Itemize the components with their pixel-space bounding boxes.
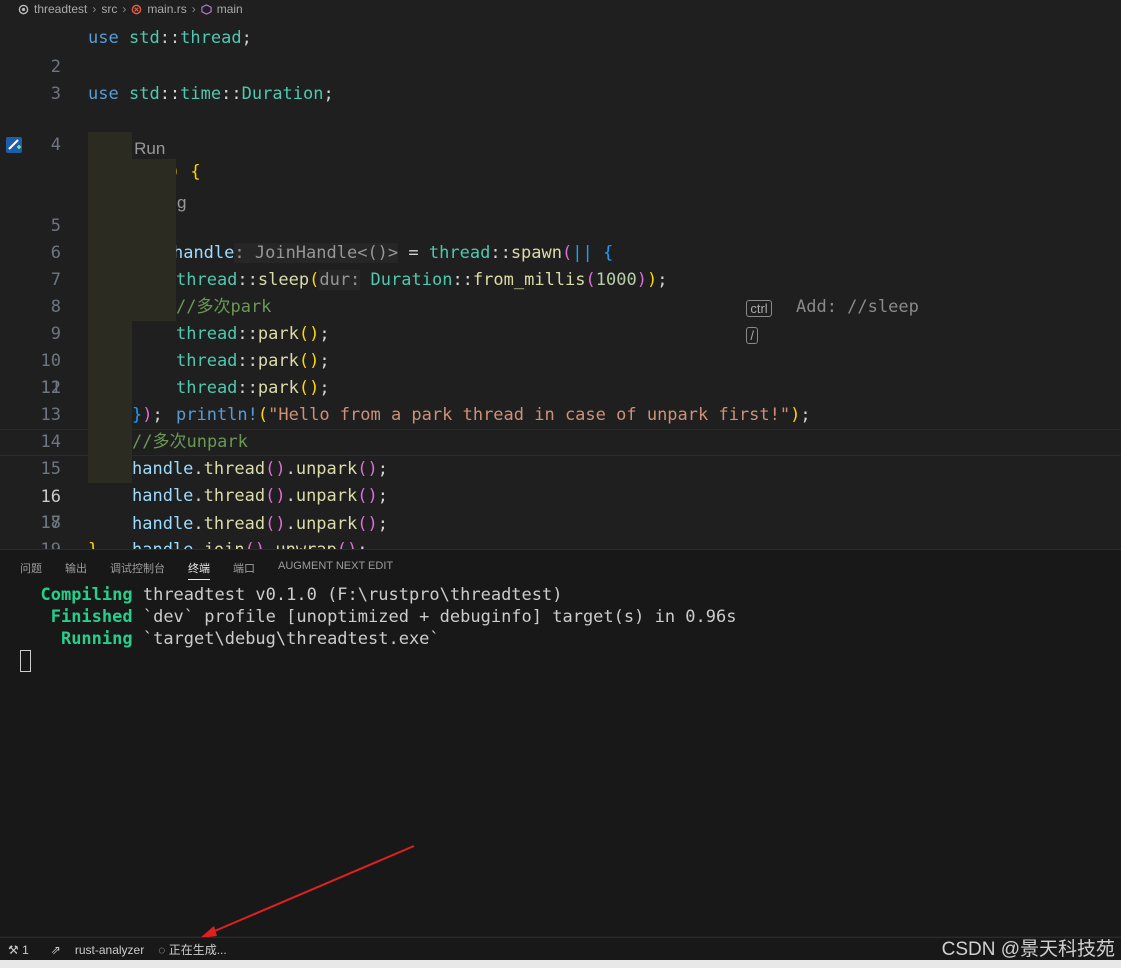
panel-tabs: 问题 输出 调试控制台 终端 端口 AUGMENT NEXT EDIT: [20, 560, 416, 580]
tab-problems[interactable]: 问题: [20, 560, 42, 580]
code-line: 5 let handle: JoinHandle<()> = thread::s…: [0, 132, 1121, 344]
rust-analyzer-status[interactable]: rust-analyzer: [75, 943, 144, 957]
code-line: 18 }: [0, 483, 1121, 560]
codelens: ▶ Run | ⚙ Debug: [0, 81, 1121, 212]
taskbar-strip: [0, 960, 1121, 968]
code-line: 9 thread::park();: [0, 240, 1121, 371]
tab-terminal[interactable]: 终端: [188, 560, 210, 580]
code-line: 13 //多次unpark: [0, 348, 1121, 452]
tools-icon: ⚒: [8, 942, 19, 957]
code-line: 7 //多次park: [0, 186, 1121, 317]
code-line: 2 use std::time::Duration;: [0, 27, 1121, 104]
tab-debug-console[interactable]: 调试控制台: [110, 560, 165, 580]
code-line: 19: [0, 510, 1121, 560]
code-line: 6 thread::sleep(dur: Duration::from_mill…: [0, 159, 1121, 290]
bottom-panel: 问题 输出 调试控制台 终端 端口 AUGMENT NEXT EDIT Comp…: [0, 550, 1121, 936]
watermark: CSDN @景天科技苑: [941, 939, 1115, 960]
terminal-cursor: [20, 650, 31, 672]
terminal-output[interactable]: Compiling threadtest v0.1.0 (F:\rustpro\…: [20, 584, 736, 672]
code-editor[interactable]: use std::thread; 2 use std::time::Durati…: [0, 18, 1121, 560]
code-line: 10 thread::park();: [0, 267, 1121, 398]
code-line: 15 handle.thread().unpark();: [0, 402, 1121, 506]
terminal-label-compiling: Compiling: [40, 585, 133, 605]
ports-count: 1: [22, 942, 29, 957]
terminal-label-finished: Finished: [50, 607, 133, 627]
ports-status[interactable]: ⚒ 1: [8, 943, 29, 957]
tab-ports[interactable]: 端口: [233, 560, 255, 580]
tab-augment-next-edit[interactable]: AUGMENT NEXT EDIT: [278, 560, 393, 580]
loading-spinner-icon: ◌: [158, 942, 166, 957]
code-line: 3: [0, 54, 1121, 104]
code-line: 8 thread::park();: [0, 213, 1121, 344]
code-line: 11 println!("Hello from a park thread in…: [0, 294, 1121, 425]
code-line: use std::thread;: [88, 28, 252, 48]
terminal-label-running: Running: [60, 629, 133, 649]
augment-edit-icon[interactable]: [5, 136, 23, 154]
code-line: 4 fn main() {: [0, 105, 1121, 182]
code-line: 14 handle.thread().unpark();: [0, 375, 1121, 479]
tab-output[interactable]: 输出: [65, 560, 87, 580]
progress-status[interactable]: ◌ 正在生成...: [158, 941, 227, 958]
terminal-text: `dev` profile [unoptimized + debuginfo] …: [132, 607, 737, 627]
terminal-text: `target\debug\threadtest.exe`: [132, 629, 440, 649]
code-line: 12 });: [0, 321, 1121, 425]
terminal-text: threadtest v0.1.0 (F:\rustpro\threadtest…: [132, 585, 563, 605]
remote-icon[interactable]: ⇗: [51, 943, 61, 957]
code-line-current: 16 handle.thread().unpark();: [0, 429, 1121, 534]
code-line: 17 handle.join().unwrap();: [0, 456, 1121, 560]
